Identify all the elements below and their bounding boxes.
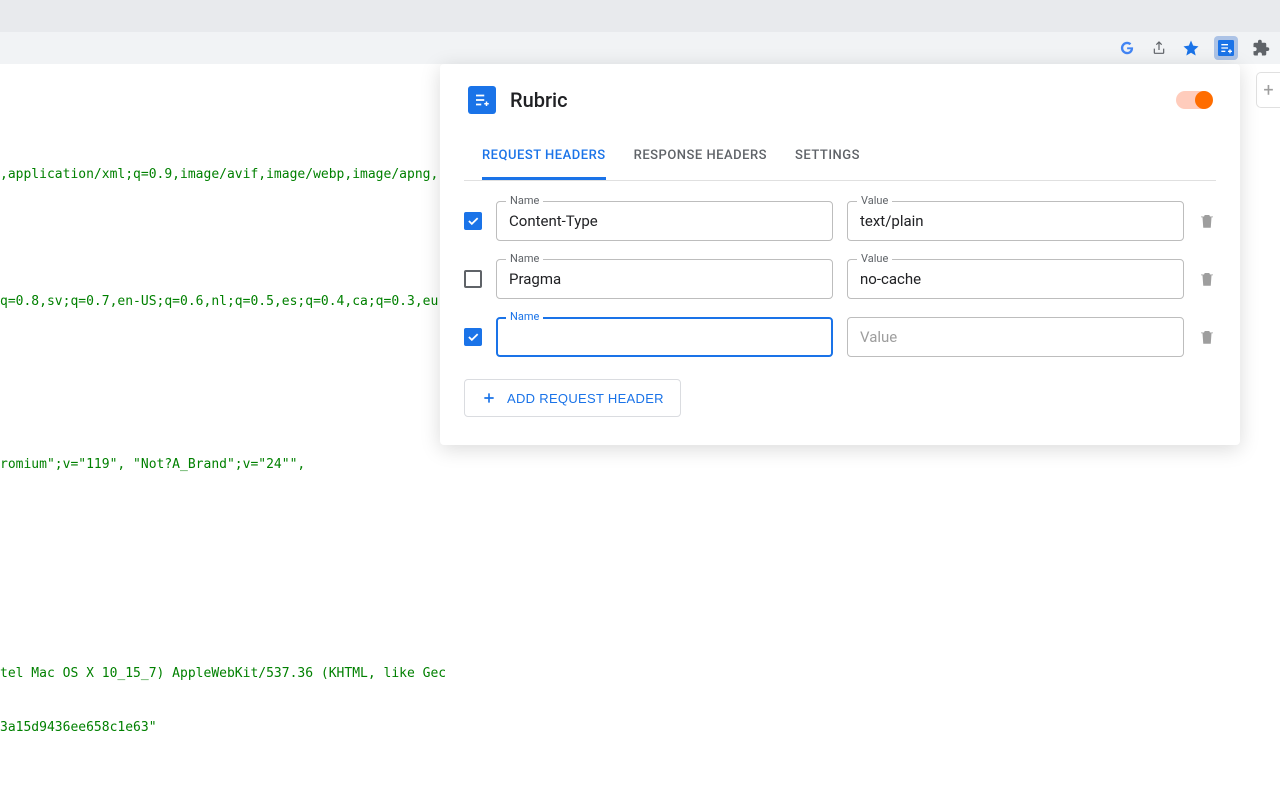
- delete-header-icon[interactable]: [1198, 328, 1216, 346]
- new-tab-button[interactable]: +: [1256, 72, 1280, 108]
- header-value-input[interactable]: [847, 259, 1184, 299]
- rubric-extension-icon[interactable]: [1214, 36, 1238, 60]
- share-icon[interactable]: [1150, 39, 1168, 57]
- extension-title: Rubric: [510, 88, 1162, 112]
- name-label: Name: [506, 252, 543, 265]
- header-enabled-checkbox[interactable]: [464, 212, 482, 230]
- tab-response-headers[interactable]: RESPONSE HEADERS: [634, 134, 767, 180]
- header-row: Name Value: [464, 259, 1216, 299]
- add-request-header-button[interactable]: ADD REQUEST HEADER: [464, 379, 681, 417]
- header-row: Name Value: [464, 201, 1216, 241]
- extensions-puzzle-icon[interactable]: [1252, 39, 1270, 57]
- delete-header-icon[interactable]: [1198, 212, 1216, 230]
- name-label: Name: [506, 310, 543, 323]
- value-label: Value: [857, 194, 892, 207]
- tab-request-headers[interactable]: REQUEST HEADERS: [482, 134, 606, 180]
- header-name-field: Name: [496, 317, 833, 357]
- rubric-logo-icon: [468, 86, 496, 114]
- browser-top-bar: [0, 0, 1280, 32]
- tab-settings[interactable]: SETTINGS: [795, 134, 860, 180]
- header-name-field: Name: [496, 259, 833, 299]
- extension-header: Rubric: [440, 64, 1240, 126]
- toggle-knob: [1195, 91, 1213, 109]
- header-value-input[interactable]: [847, 201, 1184, 241]
- bookmark-star-icon[interactable]: [1182, 39, 1200, 57]
- header-row: Name: [464, 317, 1216, 357]
- header-value-field: Value: [847, 259, 1184, 299]
- header-name-field: Name: [496, 201, 833, 241]
- google-icon[interactable]: [1118, 39, 1136, 57]
- header-name-input[interactable]: [496, 201, 833, 241]
- header-name-input[interactable]: [496, 317, 833, 357]
- value-label: Value: [857, 252, 892, 265]
- add-button-label: ADD REQUEST HEADER: [507, 391, 664, 406]
- request-headers-list: Name Value Name Value: [440, 181, 1240, 445]
- extension-popup: Rubric REQUEST HEADERS RESPONSE HEADERS …: [440, 64, 1240, 445]
- browser-toolbar: [0, 32, 1280, 64]
- enable-toggle[interactable]: [1176, 91, 1212, 109]
- name-label: Name: [506, 194, 543, 207]
- tabs-bar: REQUEST HEADERS RESPONSE HEADERS SETTING…: [464, 134, 1216, 181]
- delete-header-icon[interactable]: [1198, 270, 1216, 288]
- header-value-field: Value: [847, 201, 1184, 241]
- header-name-input[interactable]: [496, 259, 833, 299]
- header-value-input[interactable]: [847, 317, 1184, 357]
- header-enabled-checkbox[interactable]: [464, 270, 482, 288]
- header-value-field: [847, 317, 1184, 357]
- header-enabled-checkbox[interactable]: [464, 328, 482, 346]
